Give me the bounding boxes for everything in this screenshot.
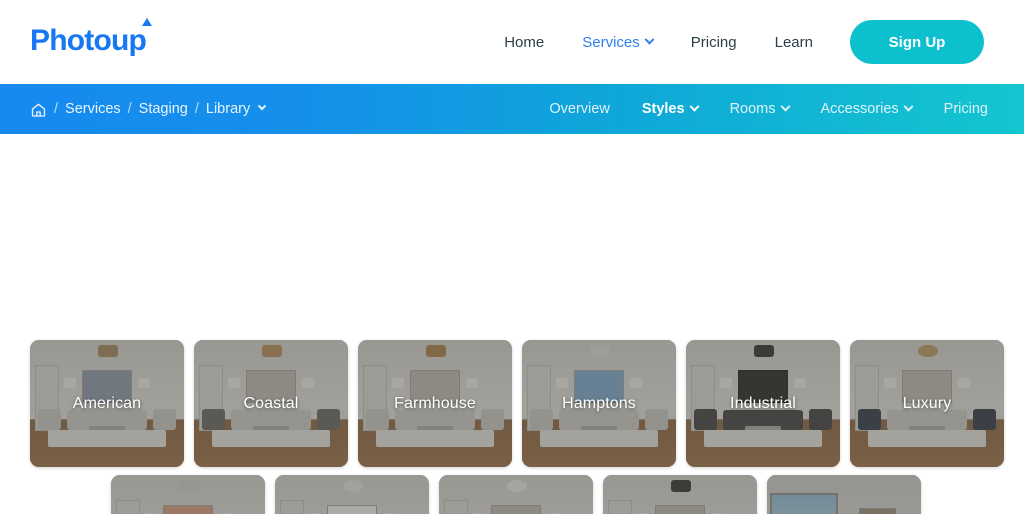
breadcrumb-item-services[interactable]: Services [65, 101, 121, 117]
site-header: Photoup Home Services Pricing Learn Sign… [0, 0, 1024, 84]
nav-label: Services [582, 33, 640, 51]
chevron-down-icon [780, 101, 790, 112]
home-icon[interactable] [30, 102, 47, 118]
subnav-label: Accessories [820, 101, 899, 117]
subnav-item-styles[interactable]: Styles [626, 101, 714, 117]
secondary-nav: Overview Styles Rooms Accessories Pricin… [533, 101, 1004, 117]
style-card-label: Scandinavian [439, 475, 593, 514]
sign-up-button[interactable]: Sign Up [850, 20, 984, 64]
nav-item-pricing[interactable]: Pricing [672, 34, 756, 51]
style-card-label: Hamptons [562, 394, 636, 412]
logo-arrow-icon [142, 18, 152, 26]
style-card-label: Industrial [730, 394, 796, 412]
chevron-down-icon [644, 34, 655, 45]
breadcrumb: / Services / Staging / Library [30, 101, 267, 118]
nav-item-learn[interactable]: Learn [756, 34, 832, 51]
breadcrumb-separator-2: / [127, 101, 132, 117]
style-card-label: Farmhouse [394, 394, 476, 412]
style-card-coastal[interactable]: Coastal [194, 340, 348, 467]
subnav-item-overview[interactable]: Overview [533, 101, 625, 117]
nav-item-services[interactable]: Services [563, 34, 672, 51]
style-card-hamptons[interactable]: Hamptons [522, 340, 676, 467]
breadcrumb-bar: / Services / Staging / Library Overview … [0, 84, 1024, 134]
style-card-label: Commercial [767, 475, 921, 514]
subnav-label: Pricing [943, 101, 988, 117]
style-card-commercial[interactable]: Commercial [767, 475, 921, 514]
chevron-down-icon[interactable] [257, 101, 267, 111]
nav-item-home[interactable]: Home [485, 34, 563, 51]
style-card-luxury[interactable]: Luxury [850, 340, 1004, 467]
styles-grid: American Coastal Farmhouse Hamptons Industri… [0, 134, 1024, 514]
nav-label: Pricing [690, 33, 737, 51]
style-card-farmhouse[interactable]: Farmhouse [358, 340, 512, 467]
style-card-label: Coastal [243, 394, 299, 412]
style-card-mid-century[interactable]: Mid-Century [111, 475, 265, 514]
style-card-label: Modern [275, 475, 429, 514]
subnav-item-pricing[interactable]: Pricing [928, 101, 1004, 117]
nav-label: Home [504, 33, 545, 51]
subnav-label: Styles [641, 101, 685, 117]
logo-text: Photoup [30, 24, 147, 57]
styles-row-2: Mid-Century Modern Scandinavian Southwester… [111, 475, 921, 514]
style-card-label: Luxury [902, 394, 952, 412]
style-card-southwestern[interactable]: Southwestern [603, 475, 757, 514]
subnav-item-rooms[interactable]: Rooms [714, 101, 805, 117]
styles-row-1: American Coastal Farmhouse Hamptons Industri… [30, 340, 1004, 467]
style-card-modern[interactable]: Modern [275, 475, 429, 514]
style-card-label: American [72, 394, 142, 412]
breadcrumb-item-library[interactable]: Library [206, 101, 250, 117]
breadcrumb-item-staging[interactable]: Staging [139, 101, 188, 117]
breadcrumb-separator-1: / [54, 101, 59, 117]
nav-label: Learn [774, 33, 813, 51]
subnav-label: Overview [549, 101, 610, 117]
style-card-american[interactable]: American [30, 340, 184, 467]
subnav-item-accessories[interactable]: Accessories [805, 101, 928, 117]
primary-nav: Home Services Pricing Learn Sign Up [485, 0, 984, 84]
chevron-down-icon [689, 101, 700, 112]
photoup-logo[interactable]: Photoup [30, 18, 152, 63]
breadcrumb-separator-3: / [194, 101, 199, 117]
subnav-label: Rooms [729, 101, 776, 117]
style-card-industrial[interactable]: Industrial [686, 340, 840, 467]
style-card-label: Southwestern [603, 475, 757, 514]
style-card-scandinavian[interactable]: Scandinavian [439, 475, 593, 514]
chevron-down-icon [903, 101, 914, 112]
style-card-label: Mid-Century [111, 475, 265, 514]
